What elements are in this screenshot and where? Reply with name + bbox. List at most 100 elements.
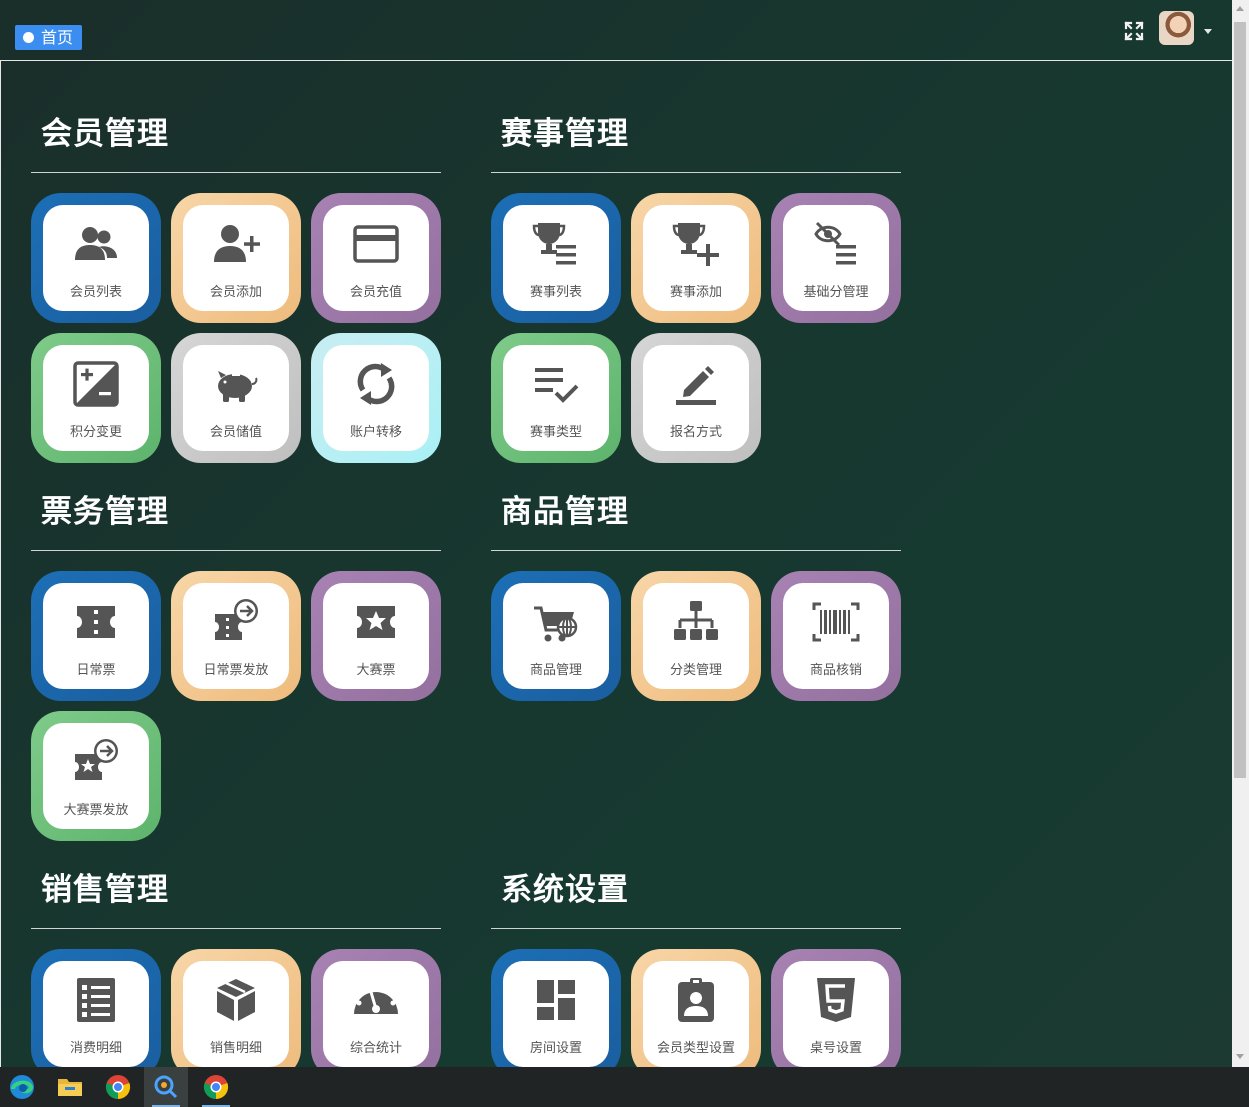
section-title: 商品管理 (501, 494, 629, 530)
scroll-thumb[interactable] (1234, 22, 1246, 778)
user-plus-icon (211, 219, 261, 269)
credit-card-icon (351, 219, 401, 269)
tile-daily-ticket[interactable]: 日常票 (31, 571, 161, 701)
trophy-plus-icon (671, 219, 721, 269)
section-divider (491, 928, 901, 929)
tile-label: 账户转移 (349, 425, 402, 440)
scrollbar[interactable] (1232, 0, 1249, 1067)
chrome-icon[interactable] (96, 1067, 140, 1107)
section-sales: 销售管理 消费明细 销售明细 综合统计 (31, 867, 441, 1079)
sync-icon (351, 359, 401, 409)
tile-label: 赛事类型 (529, 425, 582, 440)
tile-event-type[interactable]: 赛事类型 (491, 333, 621, 463)
tile-label: 综合统计 (349, 1041, 402, 1056)
tile-base-score[interactable]: 基础分管理 (771, 193, 901, 323)
section-divider (491, 172, 901, 173)
tile-member-list[interactable]: 会员列表 (31, 193, 161, 323)
section-title: 票务管理 (41, 494, 169, 530)
cart-globe-icon (531, 597, 581, 647)
section-events: 赛事管理 赛事列表 赛事添加 基础分管理 赛事类型 报名方式 (491, 111, 901, 463)
tile-product-verify[interactable]: 商品核销 (771, 571, 901, 701)
tile-match-ticket-issue[interactable]: 大赛票发放 (31, 711, 161, 841)
section-title: 赛事管理 (501, 116, 629, 152)
header-divider (0, 60, 1232, 61)
tile-label: 报名方式 (669, 425, 722, 440)
tile-category-manage[interactable]: 分类管理 (631, 571, 761, 701)
gauge-icon (351, 975, 401, 1025)
edge-icon[interactable] (0, 1067, 44, 1107)
taskbar (0, 1067, 1249, 1107)
tile-room-settings[interactable]: 房间设置 (491, 949, 621, 1079)
star-ticket-icon (351, 597, 401, 647)
sitemap-icon (671, 597, 721, 647)
cube-icon (211, 975, 261, 1025)
tile-label: 日常票发放 (203, 663, 269, 678)
section-divider (31, 928, 441, 929)
dashboard-layout-icon (531, 975, 581, 1025)
tab-home-label: 首页 (41, 28, 74, 47)
content-border (0, 60, 1, 1067)
tab-dot-icon (23, 32, 34, 43)
tile-label: 会员充值 (349, 285, 402, 300)
chrome-icon[interactable] (194, 1067, 238, 1107)
barcode-scan-icon (811, 597, 861, 647)
tile-event-add[interactable]: 赛事添加 (631, 193, 761, 323)
tile-daily-ticket-issue[interactable]: 日常票发放 (171, 571, 301, 701)
file-explorer-icon[interactable] (48, 1067, 92, 1107)
scroll-up-icon[interactable] (1236, 6, 1244, 11)
tile-consume-detail[interactable]: 消费明细 (31, 949, 161, 1079)
section-title: 销售管理 (41, 872, 169, 908)
plus-minus-icon (71, 359, 121, 409)
tile-label: 销售明细 (209, 1041, 262, 1056)
list-detail-icon (71, 975, 121, 1025)
piggy-bank-icon (211, 359, 261, 409)
tile-label: 会员储值 (209, 425, 262, 440)
section-divider (31, 550, 441, 551)
tile-label: 房间设置 (529, 1041, 582, 1056)
tile-member-recharge[interactable]: 会员充值 (311, 193, 441, 323)
top-bar: 首页 (0, 0, 1232, 60)
tile-match-ticket[interactable]: 大赛票 (311, 571, 441, 701)
tile-account-transfer[interactable]: 账户转移 (311, 333, 441, 463)
section-title: 会员管理 (41, 116, 169, 152)
edit-pen-icon (671, 359, 721, 409)
tile-label: 赛事列表 (529, 285, 582, 300)
tile-label: 消费明细 (69, 1041, 122, 1056)
tile-signup-method[interactable]: 报名方式 (631, 333, 761, 463)
tile-event-list[interactable]: 赛事列表 (491, 193, 621, 323)
trophy-list-icon (531, 219, 581, 269)
tile-sales-detail[interactable]: 销售明细 (171, 949, 301, 1079)
tab-home[interactable]: 首页 (15, 25, 83, 50)
tile-label: 会员添加 (209, 285, 262, 300)
tile-label: 会员列表 (69, 285, 122, 300)
tile-member-type-settings[interactable]: 会员类型设置 (631, 949, 761, 1079)
section-divider (31, 172, 441, 173)
html5-icon (811, 975, 861, 1025)
fullscreen-icon[interactable] (1123, 20, 1145, 42)
tile-label: 大赛票发放 (63, 803, 129, 818)
tile-label: 赛事添加 (669, 285, 722, 300)
app-icon[interactable] (144, 1067, 188, 1107)
eye-off-list-icon (811, 219, 861, 269)
chevron-down-icon[interactable] (1204, 29, 1212, 34)
section-products: 商品管理 商品管理 分类管理 商品核销 (491, 489, 901, 701)
users-icon (71, 219, 121, 269)
scroll-down-icon[interactable] (1236, 1054, 1244, 1059)
tile-member-add[interactable]: 会员添加 (171, 193, 301, 323)
avatar[interactable] (1159, 11, 1194, 45)
section-settings: 系统设置 房间设置 会员类型设置 桌号设置 (491, 867, 901, 1079)
tile-member-deposit[interactable]: 会员储值 (171, 333, 301, 463)
section-title: 系统设置 (501, 872, 629, 908)
star-ticket-send-icon (71, 737, 121, 787)
badge-id-icon (671, 975, 721, 1025)
tile-overall-stats[interactable]: 综合统计 (311, 949, 441, 1079)
tile-table-settings[interactable]: 桌号设置 (771, 949, 901, 1079)
tile-label: 商品核销 (809, 663, 862, 678)
tile-product-manage[interactable]: 商品管理 (491, 571, 621, 701)
tile-label: 商品管理 (529, 663, 582, 678)
tile-label: 日常票 (76, 663, 116, 678)
tile-label: 分类管理 (669, 663, 722, 678)
tile-points-change[interactable]: 积分变更 (31, 333, 161, 463)
section-member: 会员管理 会员列表 会员添加 会员充值 积分变更 会员储值 账户转移 (31, 111, 441, 463)
ticket-send-icon (211, 597, 261, 647)
